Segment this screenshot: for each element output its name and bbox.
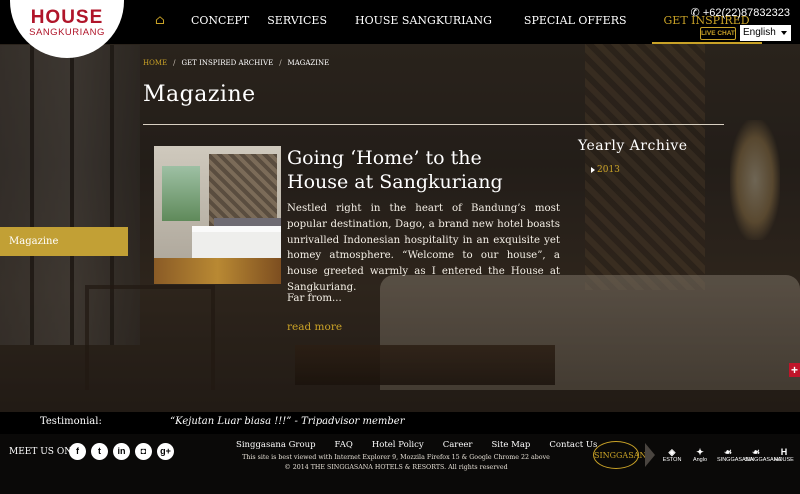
chevron-down-icon [781,31,787,35]
phone-number[interactable]: ✆ +62(22)87832323 [691,6,790,19]
archive-year-2013[interactable]: 2013 [591,165,620,175]
testimonial-quote: “Kejutan Luar biasa !!!” - Tripadvisor m… [170,416,405,427]
sidebar-tab-magazine[interactable]: Magazine [0,227,128,256]
googleplus-icon[interactable]: g+ [157,443,174,460]
twitter-icon[interactable]: t [91,443,108,460]
breadcrumb-separator: / [173,59,176,67]
brand-logo-singgasana-1[interactable]: ☙ SINGGASANA [717,447,753,464]
plus-button[interactable]: + [789,363,800,377]
social-links: f t in ◘ g+ [69,443,174,460]
nav-special-offers[interactable]: SPECIAL OFFERS [524,0,627,44]
logo-line2: SANGKURIANG [29,27,105,38]
footer-link-faq[interactable]: FAQ [335,440,353,450]
nav-house-sangkuriang[interactable]: HOUSE SANGKURIANG [355,0,492,44]
brand-logos: SINGGASANA ◈ ESTON ✦ Anglo ☙ SINGGASANA ☙ SI… [593,441,795,469]
footer-note: This site is best viewed with Internet E… [242,454,550,471]
caret-right-icon [591,167,595,173]
footer-link-singgasana-group[interactable]: Singgasana Group [236,440,316,450]
logo-line1: HOUSE [30,7,104,28]
facebook-icon[interactable]: f [69,443,86,460]
footer-link-contact-us[interactable]: Contact Us [549,440,597,450]
brand-logo-anglo[interactable]: ✦ Anglo [689,447,711,464]
meet-us-label: MEET US ON [9,447,73,457]
breadcrumb-magazine: MAGAZINE [287,59,330,67]
article-excerpt-more: Far from... [287,293,342,304]
footer-link-site-map[interactable]: Site Map [491,440,530,450]
article-thumbnail[interactable] [154,146,281,284]
yearly-archive-title: Yearly Archive [578,138,688,154]
breadcrumb-separator: / [279,59,282,67]
nav-concept[interactable]: CONCEPT [191,0,249,44]
arrow-right-icon [645,443,655,467]
singgasana-logo[interactable]: SINGGASANA [593,441,652,469]
testimonial-label: Testimonial: [40,416,102,427]
page-title: Magazine [143,82,256,107]
brand-logo-house[interactable]: H HOUSE [773,447,795,464]
breadcrumb: HOME / GET INSPIRED ARCHIVE / MAGAZINE [143,59,329,67]
linkedin-icon[interactable]: in [113,443,130,460]
footer-link-career[interactable]: Career [443,440,473,450]
footer-links: Singgasana Group FAQ Hotel Policy Career… [236,440,616,450]
live-chat-button[interactable]: LIVE CHAT [700,27,736,40]
read-more-link[interactable]: read more [287,321,342,333]
brand-logo-eston[interactable]: ◈ ESTON [661,447,683,464]
article-excerpt: Nestled right in the heart of Bandung’s … [287,203,560,293]
home-icon[interactable]: ⌂ [155,0,179,44]
top-header: HOUSE SANGKURIANG ⌂ CONCEPT SERVICES HOU… [0,0,800,58]
phone-icon: ✆ [690,7,700,19]
language-select[interactable]: English [740,25,791,41]
breadcrumb-home[interactable]: HOME [143,59,167,67]
nav-services[interactable]: SERVICES [267,0,327,44]
brand-logo-singgasana-2[interactable]: ☙ SINGGASANA [745,447,781,464]
footer-link-hotel-policy[interactable]: Hotel Policy [372,440,424,450]
article-title[interactable]: Going ‘Home’ to the House at Sangkuriang [287,146,537,194]
flickr-icon[interactable]: ◘ [135,443,152,460]
breadcrumb-get-inspired-archive[interactable]: GET INSPIRED ARCHIVE [181,59,273,67]
title-divider [143,124,724,125]
main-nav: ⌂ CONCEPT SERVICES HOUSE SANGKURIANG SPE… [155,0,762,44]
